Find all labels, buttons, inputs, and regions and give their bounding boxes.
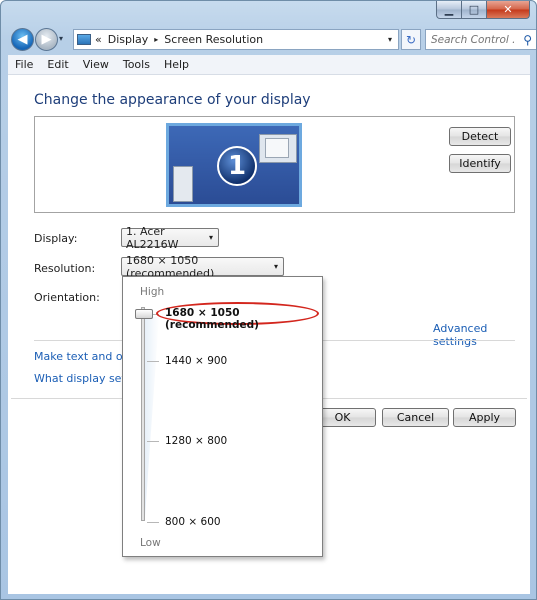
resolution-slider-track[interactable] <box>141 307 145 521</box>
breadcrumb-overflow[interactable]: « <box>95 33 102 46</box>
breadcrumb-display[interactable]: Display <box>108 33 149 46</box>
advanced-settings-link[interactable]: Advanced settings <box>433 322 530 348</box>
search-icon[interactable]: ⚲ <box>523 33 532 47</box>
back-button[interactable]: ◀ <box>11 28 34 51</box>
address-dropdown-icon[interactable]: ▾ <box>388 35 392 44</box>
dropdown-arrow-icon: ▾ <box>208 233 213 242</box>
monitor-icon[interactable]: 1 <box>166 123 302 207</box>
caption-buttons: ▁ □ ✕ <box>436 1 530 19</box>
dropdown-arrow-icon: ▾ <box>273 262 278 271</box>
low-label: Low <box>140 537 161 549</box>
resolution-option-1680x1050[interactable]: 1680 × 1050 (recommended) <box>165 307 322 331</box>
menu-bar: File Edit View Tools Help <box>8 55 530 75</box>
forward-arrow-icon: ▶ <box>41 32 52 47</box>
page-title: Change the appearance of your display <box>34 92 311 108</box>
cancel-button[interactable]: Cancel <box>382 408 449 427</box>
navigation-bar: ◀ ▶ ▾ « Display ▸ Screen Resolution ▾ ↻ … <box>9 27 536 53</box>
close-icon: ✕ <box>503 3 513 16</box>
slider-gradient <box>145 317 159 517</box>
display-label: Display: <box>34 232 78 245</box>
window-thumbnail-front <box>265 138 289 158</box>
slider-tick <box>147 441 159 442</box>
close-button[interactable]: ✕ <box>487 1 530 19</box>
menu-edit[interactable]: Edit <box>40 58 75 71</box>
slider-tick <box>147 361 159 362</box>
search-box[interactable]: ⚲ <box>425 29 536 50</box>
address-bar[interactable]: « Display ▸ Screen Resolution ▾ <box>73 29 399 50</box>
high-label: High <box>140 286 165 298</box>
display-preview: 1 Detect Identify <box>34 116 515 213</box>
back-arrow-icon: ◀ <box>17 32 28 47</box>
forward-button[interactable]: ▶ <box>35 28 58 51</box>
menu-file[interactable]: File <box>8 58 40 71</box>
window: ▁ □ ✕ ◀ ▶ ▾ « Display ▸ Screen Resolutio… <box>0 0 537 600</box>
resolution-label: Resolution: <box>34 262 96 275</box>
menu-help[interactable]: Help <box>157 58 196 71</box>
minimize-button[interactable]: ▁ <box>436 1 462 19</box>
resolution-dropdown: High 1680 × 1050 (recommended) 1440 × 90… <box>122 276 323 557</box>
monitor-number-badge: 1 <box>217 146 257 186</box>
slider-tick <box>147 522 159 523</box>
resolution-option-800x600[interactable]: 800 × 600 <box>165 516 221 528</box>
recent-pages-dropdown[interactable]: ▾ <box>59 34 63 43</box>
resolution-select[interactable]: 1680 × 1050 (recommended) ▾ <box>121 254 284 280</box>
menu-tools[interactable]: Tools <box>116 58 157 71</box>
resolution-option-1280x800[interactable]: 1280 × 800 <box>165 435 227 447</box>
detect-button[interactable]: Detect <box>449 127 511 146</box>
breadcrumb-screen-resolution[interactable]: Screen Resolution <box>164 33 263 46</box>
apply-button[interactable]: Apply <box>453 408 516 427</box>
search-input[interactable] <box>431 33 515 46</box>
resolution-slider-thumb[interactable] <box>135 309 153 319</box>
identify-button[interactable]: Identify <box>449 154 511 173</box>
menu-view[interactable]: View <box>76 58 116 71</box>
display-select-value: 1. Acer AL2216W <box>126 224 179 251</box>
display-select[interactable]: 1. Acer AL2216W ▾ <box>121 225 219 251</box>
refresh-icon: ↻ <box>405 32 417 47</box>
refresh-button[interactable]: ↻ <box>401 29 421 50</box>
sidebar-thumbnail <box>173 166 193 202</box>
chevron-right-icon[interactable]: ▸ <box>154 35 158 44</box>
orientation-label: Orientation: <box>34 291 100 304</box>
control-panel-icon <box>77 34 91 45</box>
resolution-option-1440x900[interactable]: 1440 × 900 <box>165 355 227 367</box>
maximize-button[interactable]: □ <box>462 1 487 19</box>
